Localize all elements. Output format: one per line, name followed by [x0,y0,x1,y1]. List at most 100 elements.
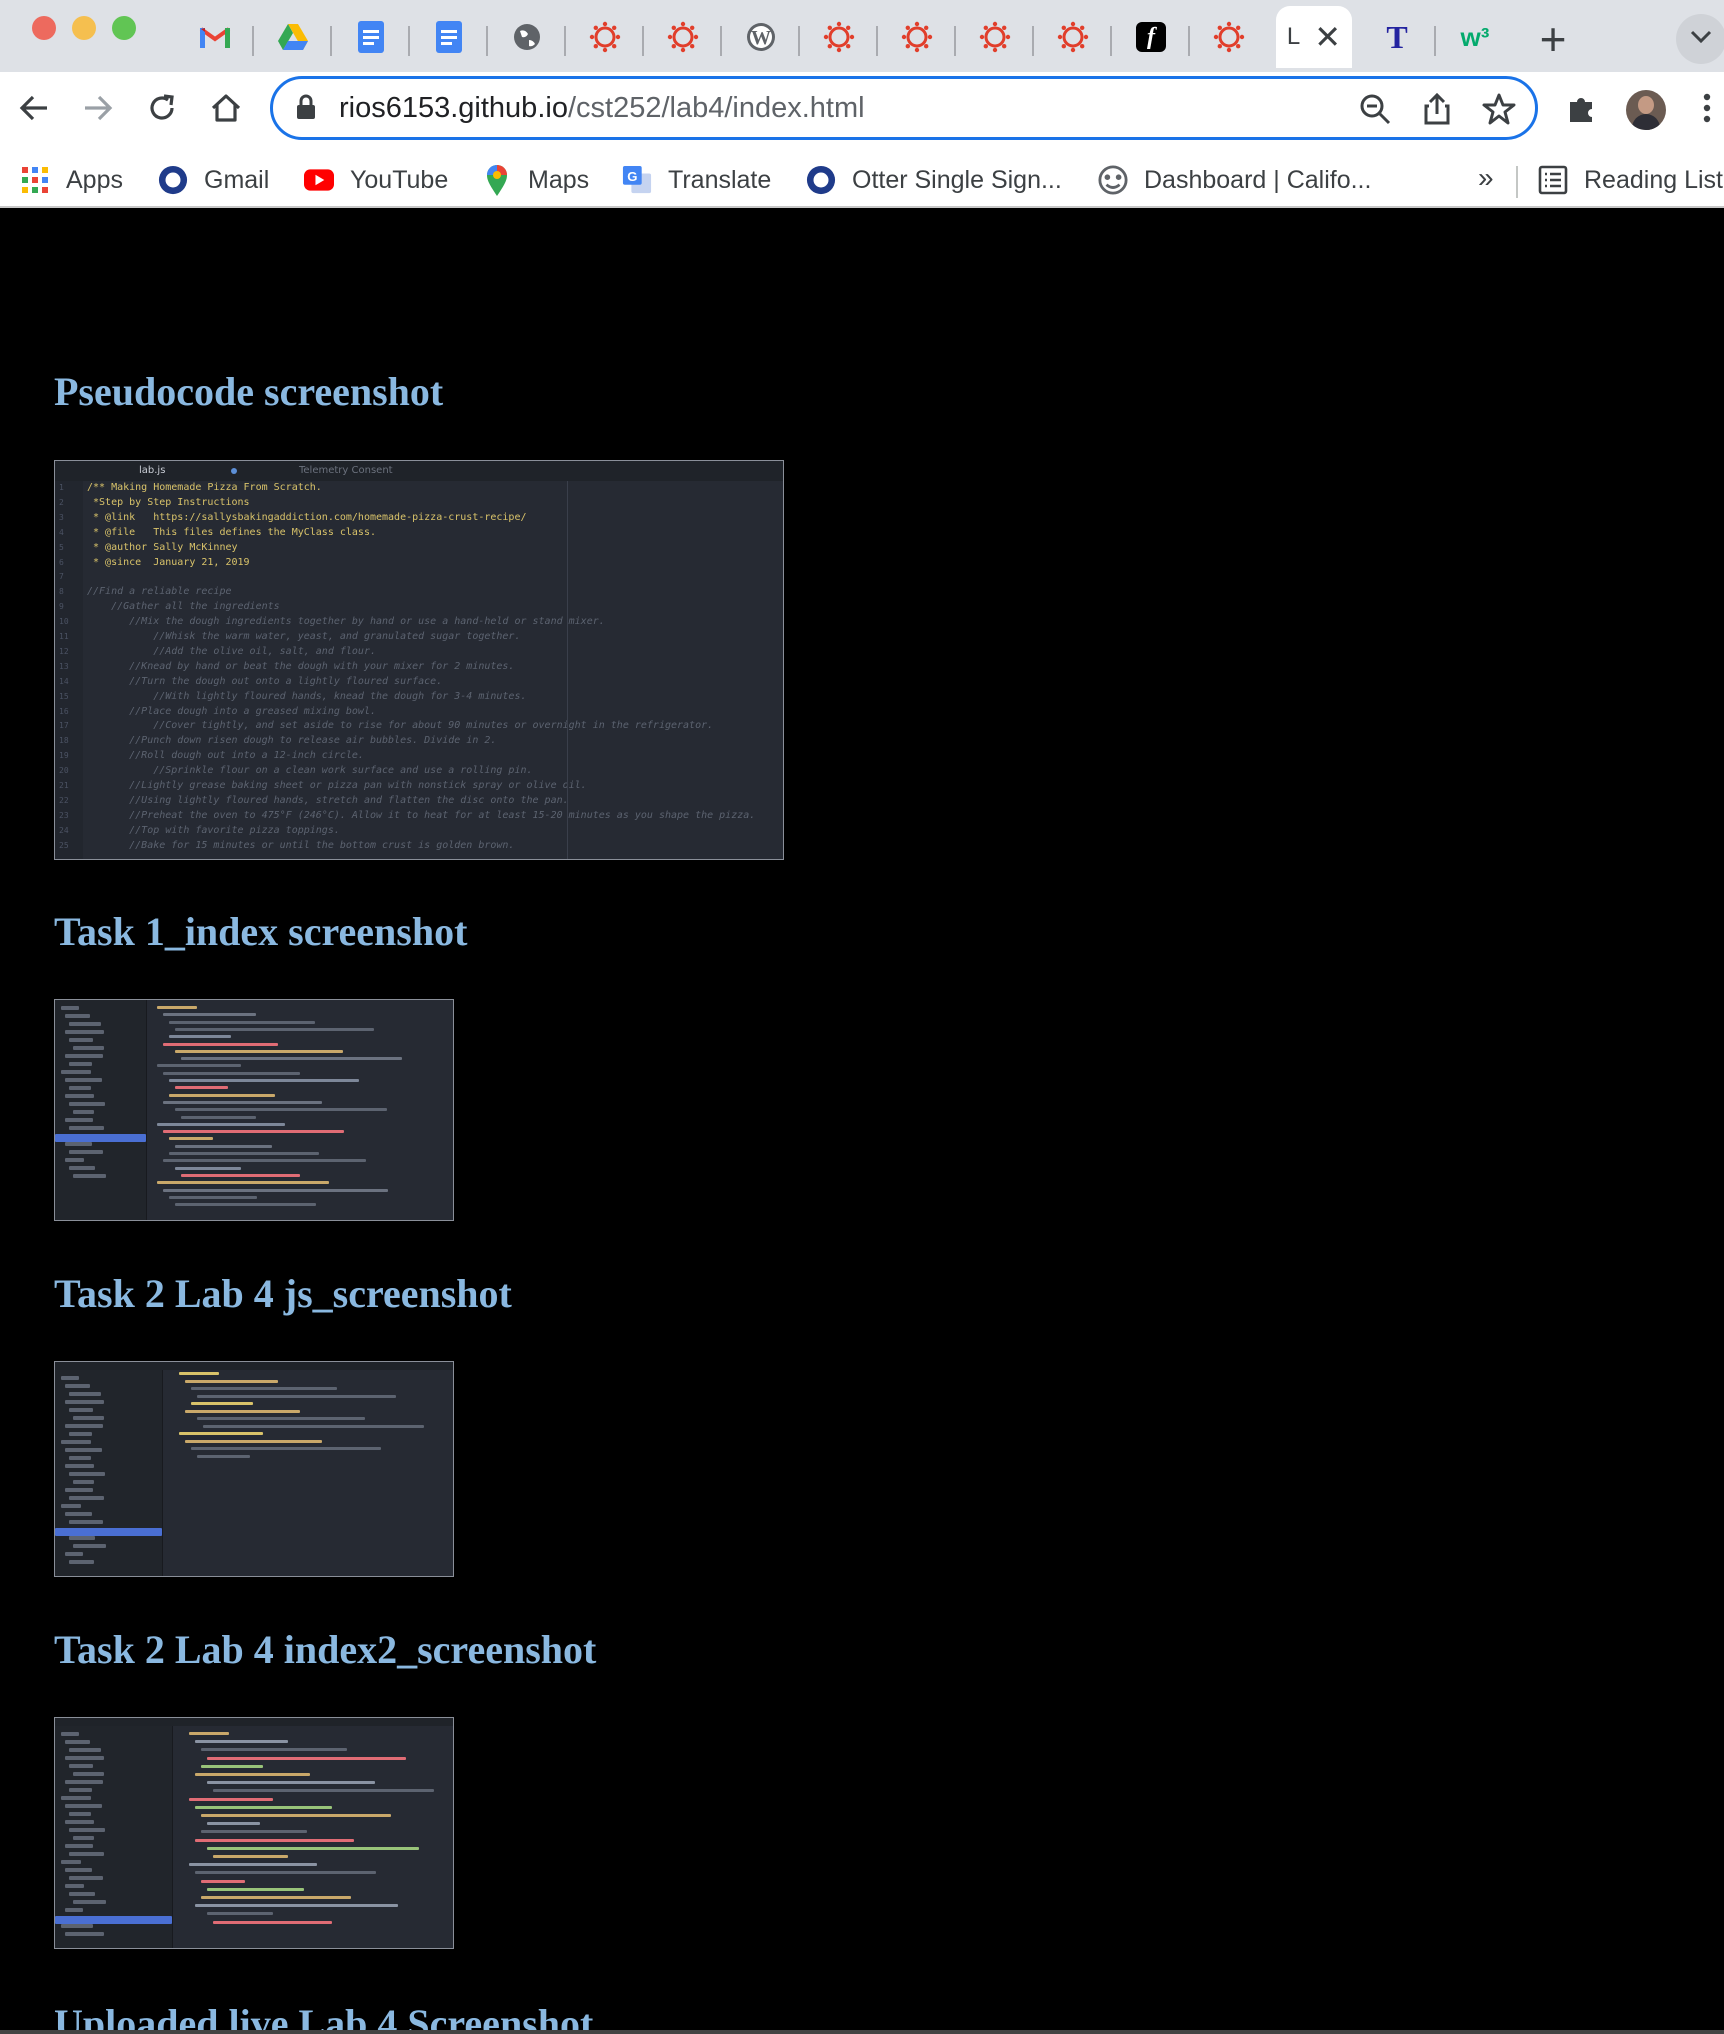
minimize-window-button[interactable] [72,16,96,40]
task1-index-screenshot-image [54,999,454,1221]
file-tree-row [65,1400,104,1404]
tab-wordpress[interactable]: W [722,6,800,68]
forward-button[interactable] [74,86,122,134]
code-line [169,1093,275,1097]
code-line [207,1781,375,1785]
reading-list-button[interactable]: Reading List [1538,162,1723,198]
code-line [207,1887,304,1891]
file-tree-row [61,1796,91,1800]
line-number: 2 [59,497,64,507]
back-button[interactable] [10,86,58,134]
tab-title: L [1286,23,1301,50]
arrow-right-icon [83,94,113,127]
file-tree-row [73,1544,106,1548]
code-line: /** Making Homemade Pizza From Scratch. [87,482,322,493]
bookmark-dashboard[interactable]: Dashboard | Califo... [1098,162,1371,198]
tab-gmail[interactable] [176,6,254,68]
code-line [157,1122,285,1126]
tab-canvas-2[interactable] [644,6,722,68]
code-line [185,1439,322,1443]
line-number: 6 [59,557,64,567]
bookmark-apps[interactable]: Apps [20,162,123,198]
svg-text:W: W [751,27,771,49]
code-line: //Cover tightly, and set aside to rise f… [87,720,714,732]
tab-canvas-6[interactable] [1034,6,1112,68]
code-line [213,1789,434,1793]
tab-canvas-4[interactable] [878,6,956,68]
zoom-out-icon[interactable] [1357,91,1393,127]
file-tree-row [69,1560,94,1564]
file-tree-row [65,1118,93,1122]
tab-search-button[interactable] [1676,14,1724,64]
code-line [169,1152,319,1155]
bookmark-youtube[interactable]: YouTube [304,162,448,198]
code-line: *Step by Step Instructions [87,496,250,508]
file-tree-row [65,1384,90,1388]
tab-typewriter[interactable]: T [1358,6,1436,68]
code-line [169,1137,213,1141]
file-tree-row [65,1740,90,1744]
tab-canvas-3[interactable] [800,6,878,68]
extensions-button[interactable] [1558,86,1606,134]
code-line [191,1387,337,1390]
code-line: //Punch down risen dough to release air … [87,735,497,747]
reload-button[interactable] [138,86,186,134]
bookmark-otter-sso[interactable]: Otter Single Sign... [806,162,1062,198]
file-tree-row [69,1876,103,1880]
bookmark-star-icon[interactable] [1481,91,1517,127]
new-tab-button[interactable]: + [1528,14,1578,64]
code-line [185,1409,300,1413]
file-tree-row [73,1772,104,1776]
tab-active-page[interactable]: L ✕ [1276,6,1352,68]
code-line [179,1432,263,1435]
bookmarks-overflow-button[interactable]: » [1478,162,1494,194]
file-tree-row [65,1512,92,1516]
address-bar[interactable]: rios6153.github.io/cst252/lab4/index.htm… [270,76,1538,140]
tab-canvas-7[interactable] [1190,6,1268,68]
close-window-button[interactable] [32,16,56,40]
canvas-icon [1056,20,1090,54]
code-line [163,1130,344,1134]
code-line [203,1424,424,1428]
file-tree-row [69,1456,91,1460]
tab-canvas-5[interactable] [956,6,1034,68]
file-tree-panel [55,1370,163,1576]
typewriter-t-icon: T [1386,18,1408,55]
code-line [157,1064,241,1068]
code-line: * @file This files defines the MyClass c… [87,526,376,538]
code-line [169,1020,315,1024]
tab-canvas-1[interactable] [566,6,644,68]
code-line [185,1379,278,1383]
bookmark-translate[interactable]: G Translate [622,162,771,198]
file-tree-row [65,1488,93,1492]
file-tree-row [69,1892,95,1896]
youtube-icon [304,165,334,195]
tab-globe[interactable] [488,6,566,68]
zoom-window-button[interactable] [112,16,136,40]
line-number: 21 [59,781,69,790]
file-tree-row [69,1150,103,1154]
tab-script-f[interactable]: f [1112,6,1190,68]
close-tab-icon[interactable]: ✕ [1314,21,1341,53]
home-button[interactable] [202,86,250,134]
lock-icon[interactable] [295,93,317,126]
code-line [207,1846,419,1850]
browser-menu-button[interactable] [1690,86,1724,134]
code-line [181,1115,256,1119]
line-number: 17 [59,721,69,731]
code-line [207,1822,260,1826]
horizontal-scrollbar[interactable] [0,2030,1724,2034]
tab-google-docs-1[interactable] [332,6,410,68]
profile-avatar[interactable] [1622,86,1670,134]
file-tree-row [65,1094,94,1098]
tab-google-docs-2[interactable] [410,6,488,68]
share-icon[interactable] [1419,91,1455,127]
code-line: //Sprinkle flour on a clean work surface… [87,765,533,777]
url-text[interactable]: rios6153.github.io/cst252/lab4/index.htm… [339,92,865,125]
url-path: /cst252/lab4/index.html [567,92,865,124]
bookmark-gmail[interactable]: Gmail [158,162,269,198]
bookmark-maps[interactable]: Maps [482,162,589,198]
tab-w3schools[interactable]: w³ [1436,6,1514,68]
file-tree-row [73,1900,106,1904]
tab-google-drive[interactable] [254,6,332,68]
